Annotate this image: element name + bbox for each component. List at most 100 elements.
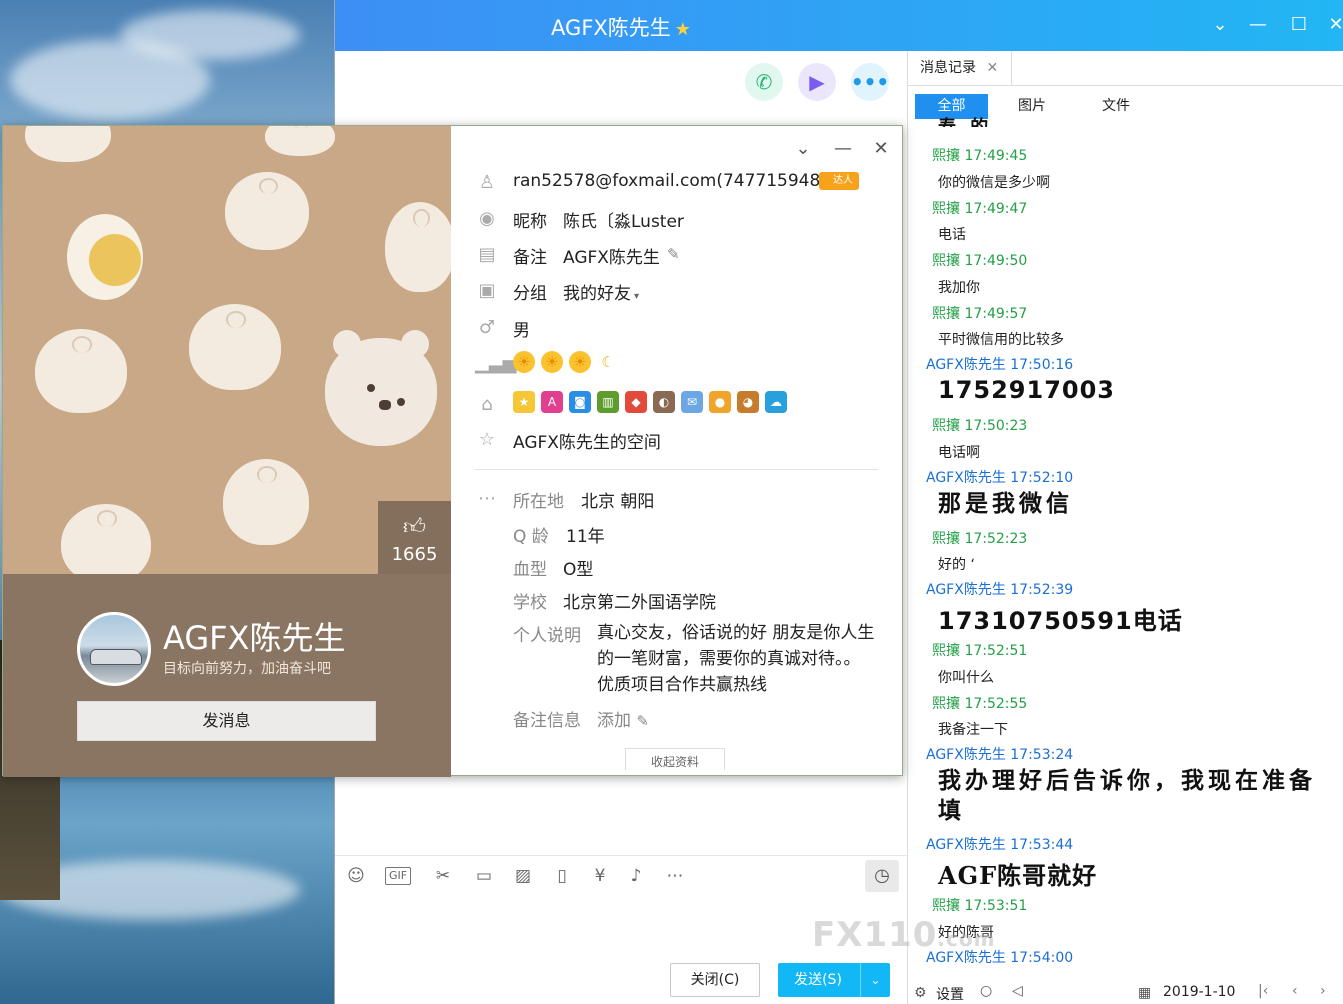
profile-name: AGFX陈先生: [163, 619, 346, 657]
red-packet-icon[interactable]: ¥: [588, 864, 612, 888]
minimize-button[interactable]: —: [831, 138, 855, 159]
clock-icon[interactable]: ◷: [865, 860, 899, 892]
cloud-icon[interactable]: ☁: [765, 391, 787, 413]
more-icon[interactable]: ⋯: [663, 864, 687, 888]
search-icon[interactable]: ○: [980, 983, 992, 999]
message-body[interactable]: 平时微信用的比较多: [938, 329, 1064, 349]
blood-label: 血型: [513, 560, 547, 580]
message-body[interactable]: 你的微信是多少啊: [938, 172, 1050, 192]
game-icon[interactable]: ◆: [625, 391, 647, 413]
remark-label: 备注: [513, 248, 547, 268]
close-chat-button[interactable]: 关闭(C): [670, 963, 760, 997]
message-body[interactable]: 你叫什么: [938, 667, 994, 687]
watermark-suffix: .com: [937, 927, 996, 951]
close-button[interactable]: ✕: [1323, 12, 1343, 38]
coin-icon[interactable]: ●: [709, 391, 731, 413]
profile-cover: 👍︎ 1665: [3, 126, 451, 574]
dumpling-decoration: [25, 126, 111, 162]
image-icon[interactable]: ▨: [511, 864, 535, 888]
camera-icon[interactable]: ◙: [569, 391, 591, 413]
calendar-icon[interactable]: ▦: [1138, 985, 1151, 1001]
message-body[interactable]: 我办理好后告诉你，我现在准备填: [938, 766, 1328, 826]
prev-page-icon[interactable]: ‹: [1292, 983, 1298, 999]
sun-icon: ☀: [541, 351, 563, 373]
message-body[interactable]: AGF陈哥就好: [938, 856, 1097, 891]
chevron-down-icon[interactable]: ⌄: [791, 138, 815, 159]
message-body: 寿 的: [938, 113, 1328, 127]
nickname-value: 陈氏〔淼Luster: [563, 212, 684, 232]
qage-label: Q 龄: [513, 527, 549, 547]
gif-icon[interactable]: GIF: [385, 867, 411, 885]
message-body[interactable]: 我备注一下: [938, 719, 1008, 739]
close-icon[interactable]: ✕: [986, 60, 998, 76]
mail-icon[interactable]: ✉: [681, 391, 703, 413]
message-body[interactable]: 好的 ‘: [938, 554, 975, 574]
profile-card: 👍︎ 1665 AGFX陈先生 目标向前努力，加油奋斗吧 发消息 ⌄ — ✕ ♙…: [2, 125, 903, 777]
next-page-icon[interactable]: ›: [1320, 983, 1326, 999]
edit-icon: ✎: [636, 712, 649, 730]
email-account[interactable]: ran52578@foxmail.com(747715948): [513, 171, 827, 191]
group-select[interactable]: 我的好友 ▾: [563, 279, 639, 304]
pet-icon[interactable]: ◕: [737, 391, 759, 413]
like-button[interactable]: 👍︎ 1665: [378, 501, 451, 574]
dumpling-decoration: [61, 504, 151, 574]
send-button[interactable]: 发送(S) ⌄: [778, 963, 890, 997]
card-icon: ▤: [478, 244, 496, 265]
collapse-button[interactable]: 收起资料: [625, 748, 725, 770]
history-footer: ⚙ 设置 ○ ◁ ▦ 2019-1-10 |‹ ‹ ›: [908, 979, 1343, 1004]
message-header: AGFX陈先生 17:53:44: [926, 837, 1074, 853]
remark-value[interactable]: AGFX陈先生: [563, 243, 660, 268]
maximize-button[interactable]: ☐: [1286, 12, 1312, 38]
chevron-down-icon[interactable]: ⌄: [1207, 12, 1233, 38]
message-header: 熙攘 17:49:50: [932, 253, 1028, 269]
shake-icon[interactable]: ▯: [550, 864, 574, 888]
note-label: 备注信息: [513, 711, 581, 731]
message-body[interactable]: 那是我微信: [938, 489, 1328, 519]
sun-icon: ☀: [513, 351, 535, 373]
message-body[interactable]: 1752917003: [938, 376, 1115, 404]
settings-link[interactable]: 设置: [936, 984, 964, 1004]
qzone-link[interactable]: AGFX陈先生的空间: [513, 428, 661, 453]
vip-badge[interactable]: 达人: [819, 172, 859, 190]
gear-icon[interactable]: ⚙: [914, 985, 927, 1001]
watermark-main: FX110: [812, 915, 938, 955]
dropdown-arrow-icon: ▾: [634, 291, 640, 302]
school-value: 北京第二外国语学院: [563, 593, 716, 613]
music-icon[interactable]: ♪: [624, 864, 648, 888]
moon-icon: ☾: [601, 353, 615, 371]
message-body[interactable]: 17310750591电话: [938, 601, 1183, 636]
message-body[interactable]: 电话: [938, 224, 966, 244]
note-add-link[interactable]: 添加 ✎: [597, 706, 649, 731]
send-message-button[interactable]: 发消息: [77, 701, 376, 741]
star-icon[interactable]: ★: [513, 391, 535, 413]
history-date[interactable]: 2019-1-10: [1163, 984, 1235, 1000]
close-button[interactable]: ✕: [869, 138, 893, 159]
emoji-icon[interactable]: ☺: [344, 864, 368, 888]
cow-icon[interactable]: ◐: [653, 391, 675, 413]
tab-label: 消息记录: [920, 60, 976, 76]
minimize-button[interactable]: —: [1245, 12, 1271, 38]
message-history-panel: 消息记录 ✕ 全部 图片 文件 寿 的 熙攘 17:49:45 你的微信是多少啊…: [907, 51, 1343, 1004]
screenshot-icon[interactable]: ✂: [431, 864, 455, 888]
message-body[interactable]: 我加你: [938, 277, 980, 297]
message-header: 熙攘 17:49:57: [932, 306, 1028, 322]
message-header: AGFX陈先生 17:50:16: [926, 357, 1074, 373]
title-bar[interactable]: AGFX陈先生 ★ ⌄ — ☐ ✕: [335, 0, 1343, 51]
message-body[interactable]: 电话啊: [938, 442, 980, 462]
gift-icon[interactable]: ▥: [597, 391, 619, 413]
level-badges[interactable]: ☀ ☀ ☀ ☾: [513, 351, 625, 373]
video-icon[interactable]: ▶: [798, 63, 836, 101]
avatar[interactable]: [77, 612, 151, 686]
speaker-icon[interactable]: ◁: [1012, 983, 1023, 999]
phone-icon[interactable]: ✆: [745, 63, 783, 101]
user-icon: ◉: [479, 208, 495, 229]
chevron-down-icon[interactable]: ⌄: [860, 963, 890, 997]
nickname-label: 昵称: [513, 212, 547, 232]
folder-icon[interactable]: ▭: [472, 864, 496, 888]
app-icon[interactable]: A: [541, 391, 563, 413]
edit-icon[interactable]: ✎: [667, 245, 680, 263]
message-header: AGFX陈先生 17:53:24: [926, 747, 1074, 763]
more-icon[interactable]: •••: [851, 63, 889, 101]
first-page-icon[interactable]: |‹: [1258, 983, 1268, 999]
tab-message-history[interactable]: 消息记录 ✕: [908, 51, 1012, 86]
